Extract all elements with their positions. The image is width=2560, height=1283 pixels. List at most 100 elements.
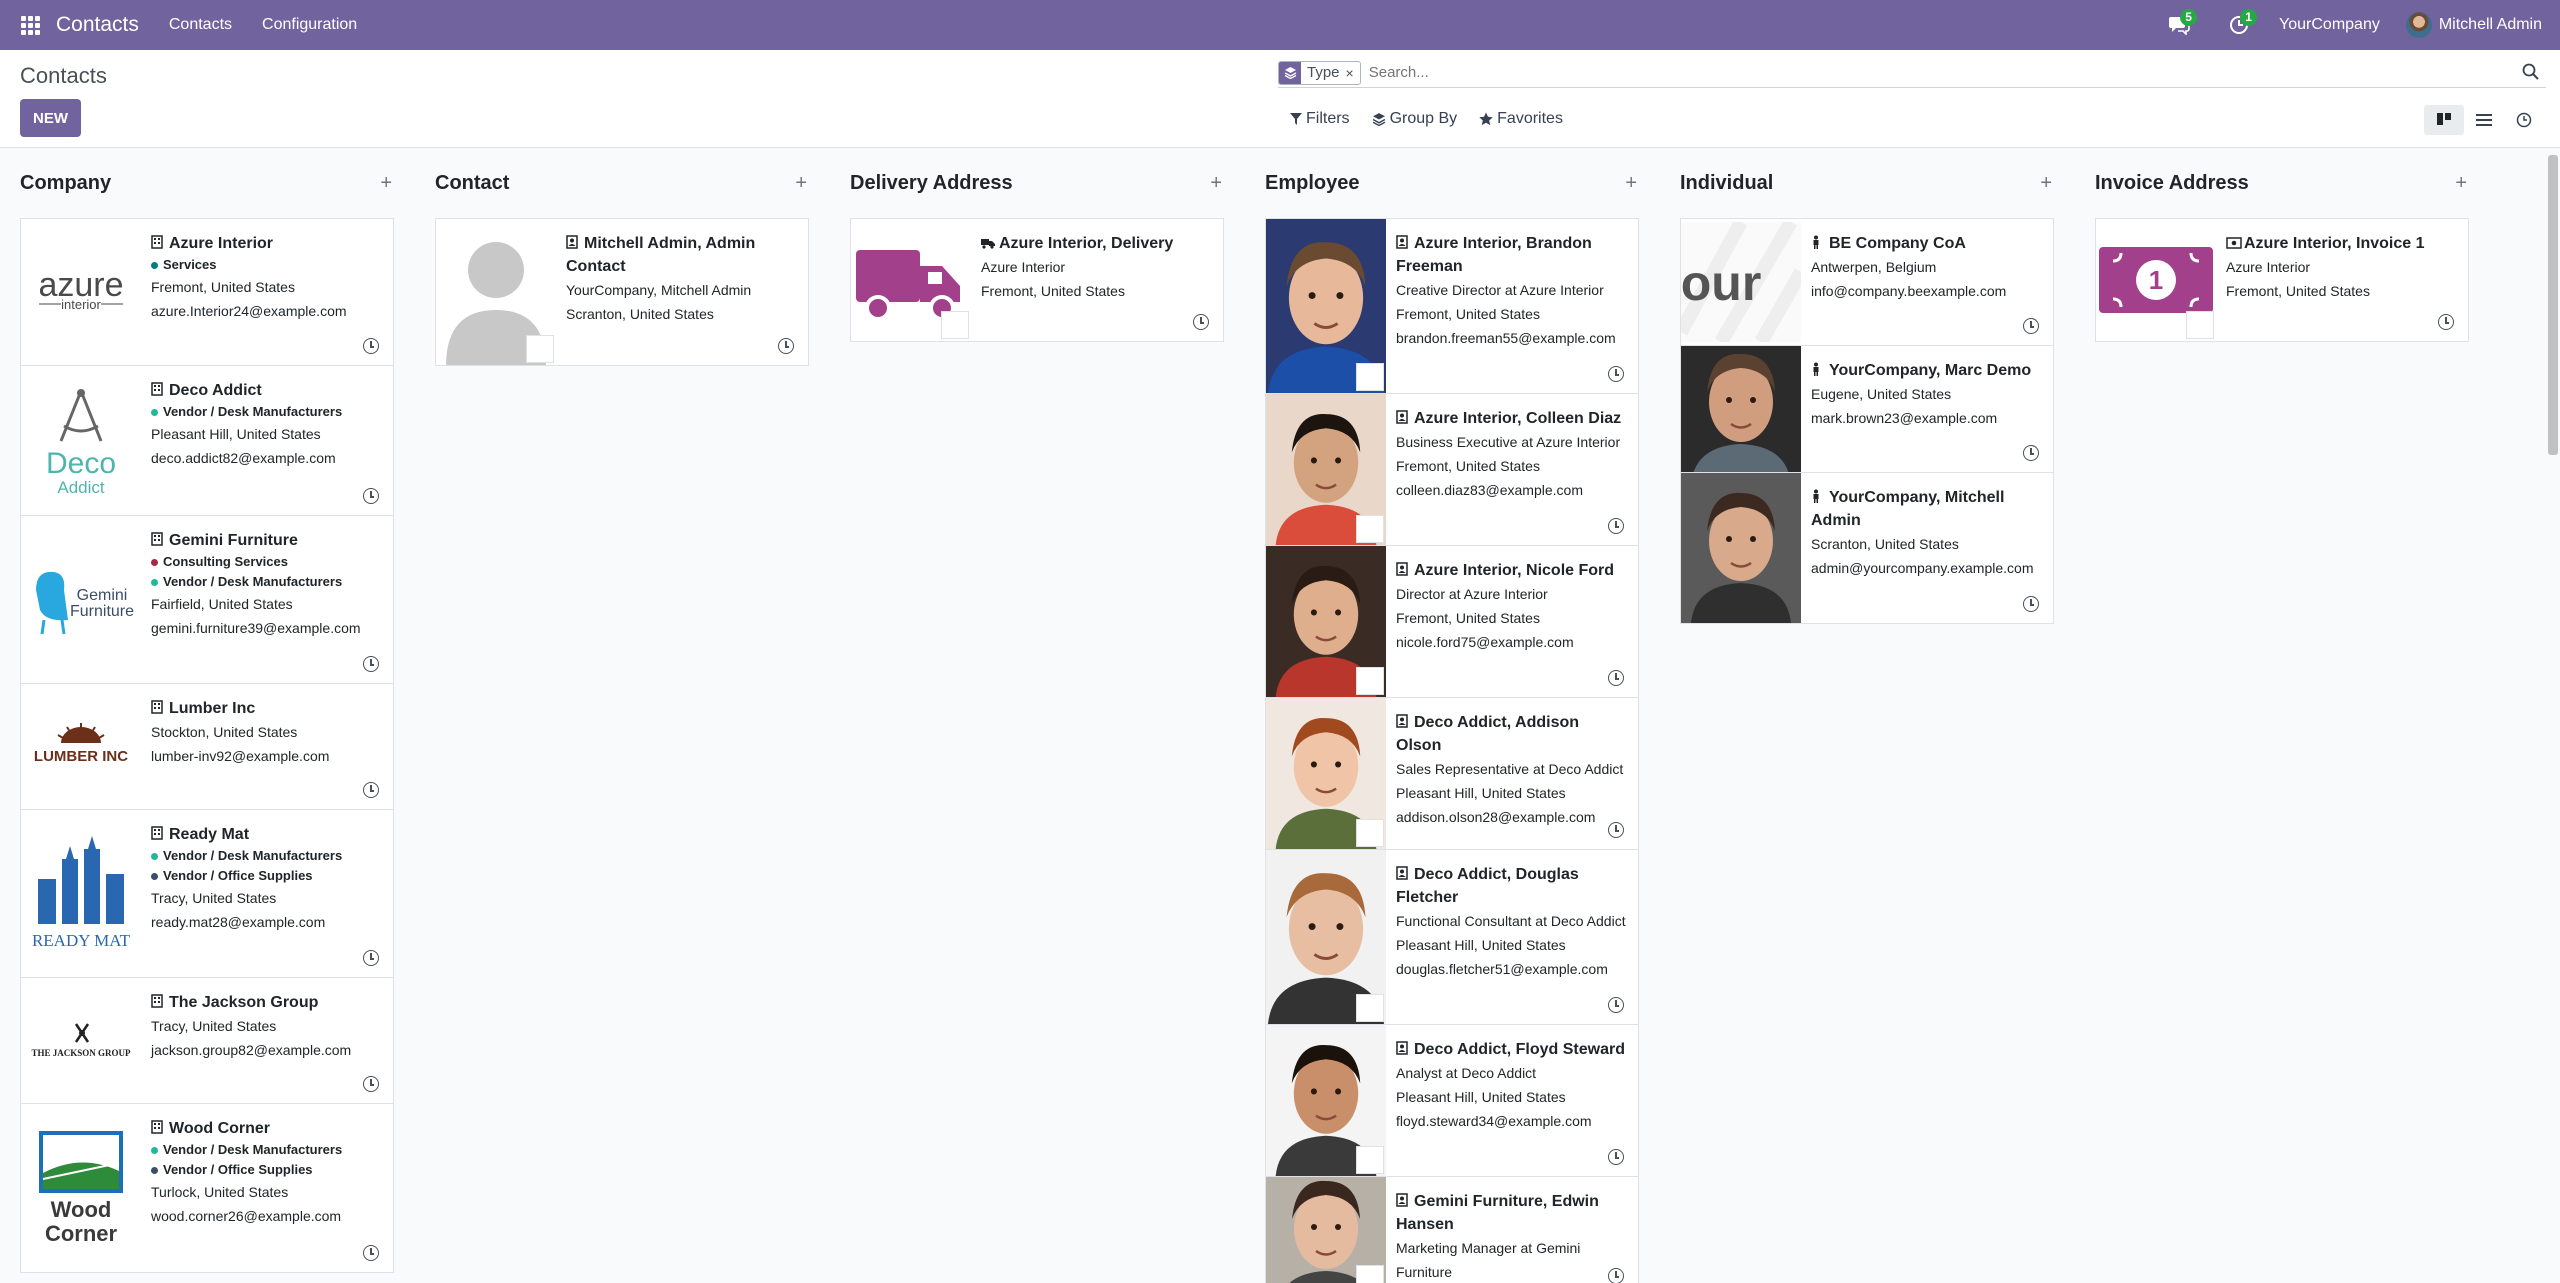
activity-clock-icon[interactable]: [1608, 366, 1624, 382]
contact-card[interactable]: YourCompany, Marc Demo Eugene, United Sta…: [1680, 345, 2054, 473]
contact-name[interactable]: YourCompany, Mitchell Admin: [1811, 486, 2043, 532]
contact-name[interactable]: Azure Interior, Delivery: [981, 232, 1213, 255]
card-info-line: Director at Azure Interior: [1396, 586, 1548, 602]
contact-name[interactable]: Azure Interior, Colleen Diaz: [1396, 407, 1628, 430]
activity-view-button[interactable]: [2504, 105, 2544, 135]
activity-clock-icon[interactable]: [2023, 596, 2039, 612]
contact-card[interactable]: THE JACKSON GROUP The Jackson Group Tracy,…: [20, 977, 394, 1104]
search-input[interactable]: [1368, 64, 2546, 81]
company-switcher[interactable]: YourCompany: [2279, 16, 2380, 34]
type-facet[interactable]: Type ×: [1278, 60, 1361, 85]
building-icon: [151, 530, 163, 546]
contact-card[interactable]: Mitchell Admin, Admin Contact YourCompany…: [435, 218, 809, 366]
tag-color-dot: [151, 558, 158, 566]
contact-name[interactable]: Azure Interior: [151, 232, 383, 255]
contact-name[interactable]: Lumber Inc: [151, 697, 383, 720]
contact-card[interactable]: our BE Company CoA Antwerpen, Belgium info@…: [1680, 218, 2054, 346]
contact-card[interactable]: Gemini Furniture, Edwin Hansen Marketing …: [1265, 1176, 1639, 1283]
contact-name[interactable]: The Jackson Group: [151, 991, 383, 1014]
column-title[interactable]: Contact: [435, 172, 509, 195]
kanban-column-delivery-address: Delivery Address + Azure Interior, Deliver…: [850, 149, 1224, 342]
add-card-icon[interactable]: +: [2455, 172, 2467, 195]
add-card-icon[interactable]: +: [380, 172, 392, 195]
top-navbar: Contacts Contacts Configuration 5 1 Your…: [0, 0, 2560, 50]
list-view-button[interactable]: [2464, 105, 2504, 135]
contact-name[interactable]: YourCompany, Marc Demo: [1811, 359, 2043, 382]
contact-name[interactable]: Azure Interior, Brandon Freeman: [1396, 232, 1628, 278]
contact-card[interactable]: Azure Interior, Brandon Freeman Creative …: [1265, 218, 1639, 394]
contact-name[interactable]: Mitchell Admin, Admin Contact: [566, 232, 798, 278]
contact-name[interactable]: Gemini Furniture: [151, 529, 383, 552]
apps-menu-button[interactable]: [0, 0, 60, 50]
groupby-button[interactable]: Group By: [1372, 110, 1457, 128]
activity-clock-icon[interactable]: [1193, 314, 1209, 330]
activity-clock-icon[interactable]: [2023, 445, 2039, 461]
activity-clock-icon[interactable]: [363, 488, 379, 504]
contact-card[interactable]: LUMBER INC Lumber Inc Stockton, United Sta…: [20, 683, 394, 810]
add-card-icon[interactable]: +: [1625, 172, 1637, 195]
contact-name[interactable]: Azure Interior, Nicole Ford: [1396, 559, 1628, 582]
activity-clock-icon[interactable]: [363, 1076, 379, 1092]
contact-card[interactable]: azure interior Azure Interior Services Fremo…: [20, 218, 394, 366]
contact-name[interactable]: Ready Mat: [151, 823, 383, 846]
contact-card[interactable]: Deco Addict, Floyd Steward Analyst at Dec…: [1265, 1024, 1639, 1177]
add-card-icon[interactable]: +: [2040, 172, 2052, 195]
column-title[interactable]: Delivery Address: [850, 172, 1013, 195]
contact-name[interactable]: Wood Corner: [151, 1117, 383, 1140]
contact-name[interactable]: BE Company CoA: [1811, 232, 2043, 255]
contact-card[interactable]: Azure Interior, Delivery Azure Interior Fr…: [850, 218, 1224, 342]
activity-clock-icon[interactable]: [778, 338, 794, 354]
contact-name[interactable]: Deco Addict, Douglas Fletcher: [1396, 863, 1628, 909]
activity-clock-icon[interactable]: [2023, 318, 2039, 334]
contact-card[interactable]: Azure Interior, Colleen Diaz Business Exe…: [1265, 393, 1639, 546]
activity-clock-icon[interactable]: [1608, 822, 1624, 838]
contact-name[interactable]: Deco Addict, Floyd Steward: [1396, 1038, 1628, 1061]
contact-name[interactable]: Azure Interior, Invoice 1: [2226, 232, 2458, 255]
activities-button[interactable]: 1: [2219, 0, 2259, 50]
contact-card[interactable]: Gemini Furniture Gemini Furniture Consultin…: [20, 515, 394, 684]
activity-clock-icon[interactable]: [363, 1245, 379, 1261]
activity-clock-icon[interactable]: [363, 338, 379, 354]
contact-card[interactable]: READY MAT Ready Mat Vendor / Desk Manufact…: [20, 809, 394, 978]
menu-configuration[interactable]: Configuration: [262, 16, 357, 34]
search-icon[interactable]: [2522, 63, 2540, 81]
parent-company-avatar: [1356, 994, 1384, 1022]
app-title[interactable]: Contacts: [56, 13, 139, 37]
activity-clock-icon[interactable]: [1608, 1149, 1624, 1165]
activity-clock-icon[interactable]: [363, 656, 379, 672]
contact-card[interactable]: Deco Addict, Douglas Fletcher Functional …: [1265, 849, 1639, 1025]
card-info-line: Fremont, United States: [2226, 283, 2370, 299]
column-title[interactable]: Company: [20, 172, 111, 195]
user-menu[interactable]: Mitchell Admin: [2405, 12, 2542, 38]
menu-contacts[interactable]: Contacts: [169, 16, 232, 34]
contact-card[interactable]: Azure Interior, Nicole Ford Director at A…: [1265, 545, 1639, 698]
activity-clock-icon[interactable]: [1608, 1268, 1624, 1283]
contact-name[interactable]: Gemini Furniture, Edwin Hansen: [1396, 1190, 1628, 1236]
filters-button[interactable]: Filters: [1290, 110, 1350, 128]
activity-clock-icon[interactable]: [1608, 997, 1624, 1013]
contact-card[interactable]: Deco Addict Deco Addict Vendor / Desk Manuf…: [20, 365, 394, 516]
vertical-scrollbar[interactable]: [2548, 155, 2558, 455]
activity-clock-icon[interactable]: [2438, 314, 2454, 330]
category-tag: Vendor / Office Supplies: [151, 1160, 383, 1180]
contact-card[interactable]: Wood Corner Wood Corner Vendor / Desk Manuf…: [20, 1103, 394, 1273]
column-title[interactable]: Employee: [1265, 172, 1359, 195]
messages-button[interactable]: 5: [2159, 0, 2199, 50]
new-button[interactable]: NEW: [20, 99, 81, 137]
add-card-icon[interactable]: +: [1210, 172, 1222, 195]
contact-card[interactable]: 1 Azure Interior, Invoice 1 Azure Interior…: [2095, 218, 2469, 342]
activity-clock-icon[interactable]: [363, 950, 379, 966]
favorites-button[interactable]: Favorites: [1479, 110, 1563, 128]
contact-name[interactable]: Deco Addict, Addison Olson: [1396, 711, 1628, 757]
column-title[interactable]: Invoice Address: [2095, 172, 2249, 195]
add-card-icon[interactable]: +: [795, 172, 807, 195]
column-title[interactable]: Individual: [1680, 172, 1773, 195]
kanban-view-button[interactable]: [2424, 105, 2464, 135]
contact-card[interactable]: Deco Addict, Addison Olson Sales Represen…: [1265, 697, 1639, 850]
contact-card[interactable]: YourCompany, Mitchell Admin Scranton, Uni…: [1680, 472, 2054, 624]
activity-clock-icon[interactable]: [363, 782, 379, 798]
contact-name[interactable]: Deco Addict: [151, 379, 383, 402]
activity-clock-icon[interactable]: [1608, 670, 1624, 686]
facet-remove-icon[interactable]: ×: [1346, 65, 1360, 81]
activity-clock-icon[interactable]: [1608, 518, 1624, 534]
